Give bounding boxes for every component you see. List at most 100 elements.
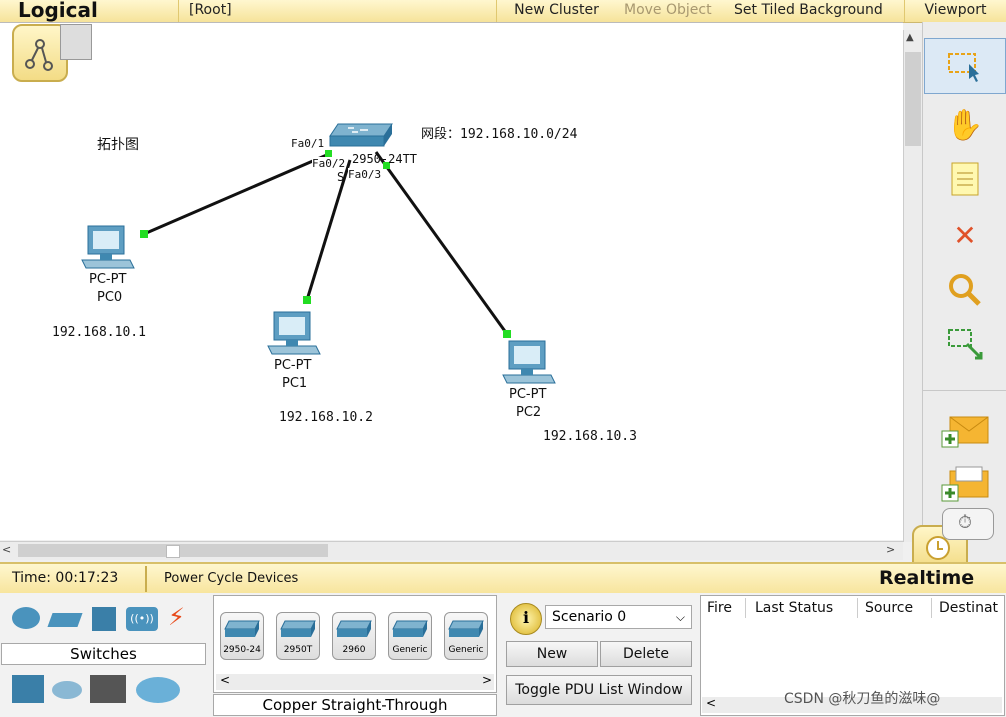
delete-scenario-button[interactable]: Delete [600, 641, 692, 667]
switch-model-tile[interactable]: 2960 [332, 612, 376, 660]
switch-icon [280, 620, 316, 637]
watermark-text: CSDN @秋刀鱼的滋味@ [784, 691, 941, 707]
horizontal-scrollbar[interactable]: < > [0, 541, 903, 560]
new-scenario-button[interactable]: New [506, 641, 598, 667]
switches-category-icon[interactable] [47, 613, 83, 627]
switch-icon [448, 620, 484, 637]
port-label-fa03: Fa0/3 [348, 168, 382, 181]
link-pc0-switch [143, 152, 330, 236]
pc0-device[interactable] [80, 224, 136, 272]
complex-pdu-envelope-icon [941, 466, 989, 502]
resize-icon [948, 329, 983, 360]
link-status-light [503, 330, 511, 338]
vertical-scrollbar[interactable]: ▲ [903, 30, 923, 542]
port-label-fa01: Fa0/1 [291, 137, 325, 150]
switch-model-label: Generic [392, 645, 428, 655]
port-label-fa02: Fa0/2 [312, 157, 346, 170]
status-bar: Time: 00:17:23 Power Cycle Devices Realt… [0, 562, 1006, 595]
delete-button[interactable]: ✕ [923, 208, 1006, 262]
switch-model-label: Generic [448, 645, 484, 655]
viewport-button[interactable]: Viewport [904, 0, 1006, 22]
scroll-up-icon[interactable]: ▲ [906, 32, 914, 43]
network-segment-label: 网段：192.168.10.0/24 [421, 127, 578, 142]
scroll-left-icon[interactable]: < [220, 673, 230, 687]
inspect-button[interactable] [923, 262, 1006, 316]
column-header-source[interactable]: Source [865, 600, 913, 616]
scenario-select-value: Scenario 0 [552, 609, 627, 625]
switch-model-tile[interactable]: 2950T [276, 612, 320, 660]
scroll-left-icon[interactable]: < [2, 543, 11, 556]
pc2-name-label: PC2 [516, 405, 542, 420]
place-note-button[interactable] [923, 152, 1006, 206]
resize-shape-button[interactable] [923, 318, 1006, 372]
scroll-left-icon[interactable]: < [706, 696, 716, 710]
column-header-destination[interactable]: Destinat [939, 600, 998, 616]
device-category-row: ((•)) ⚡ [10, 603, 210, 639]
switch-model-tile[interactable]: Generic [444, 612, 488, 660]
simple-pdu-envelope-icon [941, 416, 989, 448]
switch-model-tile[interactable]: Generic [388, 612, 432, 660]
link-status-light [140, 230, 148, 238]
wireless-category-icon[interactable]: ((•)) [126, 607, 158, 631]
column-header-last-status[interactable]: Last Status [755, 600, 833, 616]
switch-model-label: 2960 [342, 645, 366, 655]
pc-icon [81, 225, 135, 269]
pc1-device[interactable] [266, 310, 322, 358]
switch-device[interactable] [328, 120, 396, 150]
pc1-ip-label: 192.168.10.2 [279, 410, 373, 425]
device-models-panel: 2950-24 2950T 2960 Generic Generic < > [213, 595, 497, 693]
note-icon [951, 162, 979, 196]
scenario-info-icon[interactable]: i [510, 603, 542, 635]
link-status-light [325, 150, 332, 157]
simulation-mode-tab[interactable]: ⏱ [942, 508, 994, 540]
delete-x-icon: ✕ [953, 218, 977, 252]
switch-model-label: 2950-24 [223, 645, 261, 655]
switch-model-label: 2950T [283, 645, 313, 655]
scroll-right-icon[interactable]: > [886, 543, 895, 556]
pc2-device[interactable] [501, 339, 557, 387]
link-status-light [303, 296, 311, 304]
pc0-type-label: PC-PT [89, 272, 127, 287]
pc2-ip-label: 192.168.10.3 [543, 429, 637, 444]
pc-icon [267, 311, 321, 355]
switch-model-label: 2950-24TT [352, 152, 418, 166]
connection-type-label: Copper Straight-Through [213, 694, 497, 716]
vertical-scroll-track-fill [905, 52, 921, 146]
pc0-name-label: PC0 [97, 290, 123, 305]
models-scrollbar[interactable]: < > [216, 673, 494, 690]
move-layout-button[interactable]: ✋ [923, 98, 1006, 152]
link-pc2-switch [374, 151, 509, 335]
switch-icon [336, 620, 372, 637]
scenario-select[interactable]: Scenario 0 ⌵ [545, 605, 692, 629]
connections-category-icon[interactable]: ⚡ [168, 603, 185, 631]
horizontal-scroll-grip [166, 545, 180, 558]
power-cycle-devices-button[interactable]: Power Cycle Devices [164, 571, 298, 586]
scroll-right-icon[interactable]: > [482, 673, 492, 687]
pc2-type-label: PC-PT [509, 387, 547, 402]
pc1-type-label: PC-PT [274, 358, 312, 373]
add-simple-pdu-button[interactable] [923, 404, 1006, 458]
elapsed-time: Time: 00:17:23 [12, 570, 119, 586]
device-category-label: Switches [1, 643, 206, 665]
switch-model-tile[interactable]: 2950-24 [220, 612, 264, 660]
custom-devices-category-icon[interactable] [90, 675, 126, 703]
hand-icon: ✋ [946, 107, 984, 143]
switch-icon [329, 123, 393, 147]
hubs-category-icon[interactable] [92, 607, 116, 631]
chevron-down-icon: ⌵ [675, 610, 685, 624]
toggle-pdu-list-button[interactable]: Toggle PDU List Window [506, 675, 692, 705]
pc-icon [502, 340, 556, 384]
column-header-fire[interactable]: Fire [707, 600, 732, 616]
stopwatch-icon: ⏱ [958, 512, 973, 533]
wan-emulation-category-icon[interactable] [52, 681, 82, 699]
right-toolbar: ✋ ✕ [922, 22, 1006, 562]
pc1-name-label: PC1 [282, 376, 308, 391]
select-tool-button[interactable] [924, 38, 1006, 94]
multiuser-category-icon[interactable] [136, 677, 180, 703]
pc0-ip-label: 192.168.10.1 [52, 325, 146, 340]
magnifier-icon [949, 274, 981, 306]
switch-icon [224, 620, 260, 637]
add-complex-pdu-button[interactable] [923, 458, 1006, 512]
end-devices-category-icon[interactable] [12, 675, 44, 703]
routers-category-icon[interactable] [12, 607, 40, 629]
